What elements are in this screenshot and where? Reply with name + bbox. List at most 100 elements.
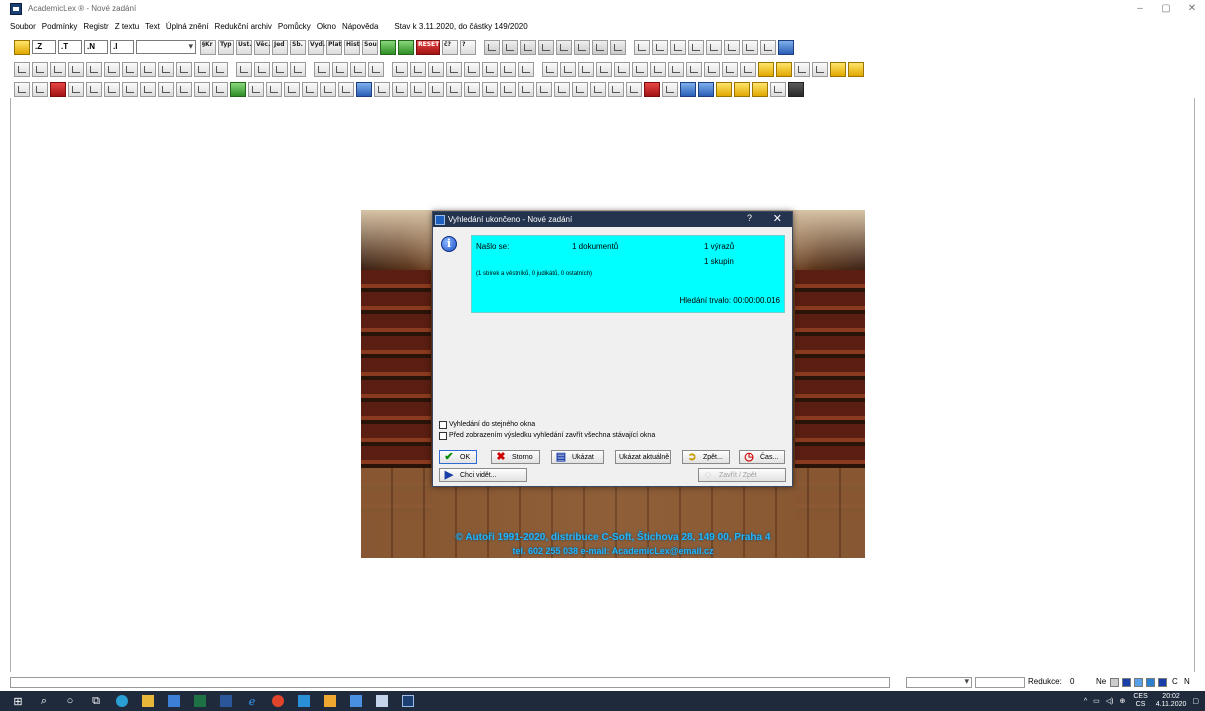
menu-soubor[interactable]: Soubor xyxy=(10,22,36,31)
tool-vyd-button[interactable]: Vyd. xyxy=(308,39,325,55)
block-save-icon[interactable] xyxy=(290,61,306,77)
tool-plat-button[interactable]: Plat xyxy=(326,39,342,55)
import-icon[interactable] xyxy=(104,81,120,97)
align-right-icon[interactable] xyxy=(608,81,624,97)
list-icon[interactable] xyxy=(538,39,554,55)
exit-icon[interactable] xyxy=(788,81,804,97)
cut-icon[interactable] xyxy=(556,39,572,55)
star-icon[interactable] xyxy=(740,61,756,77)
archive-icon[interactable] xyxy=(194,81,210,97)
annotations-icon[interactable] xyxy=(742,39,758,55)
nav-last-icon[interactable] xyxy=(212,61,228,77)
outlook-icon[interactable] xyxy=(322,694,338,708)
window-tile-icon[interactable] xyxy=(314,61,330,77)
tool-doc-icon[interactable] xyxy=(794,61,810,77)
hist-icon[interactable] xyxy=(392,61,408,77)
cortana-icon[interactable]: ○ xyxy=(62,694,78,708)
bold-icon[interactable] xyxy=(500,81,516,97)
related-icon[interactable] xyxy=(706,39,722,55)
task-view-icon[interactable]: ⧉ xyxy=(88,694,104,708)
menu-redukcni-archiv[interactable]: Redukční archiv xyxy=(215,22,272,31)
nav-up-icon[interactable] xyxy=(86,61,102,77)
format-icon[interactable] xyxy=(374,81,390,97)
tree-3-icon[interactable] xyxy=(338,81,354,97)
menu-z-textu[interactable]: Z textu xyxy=(115,22,139,31)
window-blue-2-icon[interactable] xyxy=(698,81,714,97)
links-icon[interactable] xyxy=(760,39,776,55)
menu-pomucky[interactable]: Pomůcky xyxy=(278,22,311,31)
sez-2-icon[interactable] xyxy=(500,61,516,77)
attach-icon[interactable] xyxy=(662,81,678,97)
back-button[interactable]: ➲ Zpět... xyxy=(682,450,730,464)
tool-user-icon[interactable] xyxy=(830,61,846,77)
person-icon[interactable] xyxy=(14,39,30,55)
nav-down-3-icon[interactable] xyxy=(50,61,66,77)
block-print-icon[interactable] xyxy=(272,61,288,77)
tool-vec-button[interactable]: Věc. xyxy=(254,39,270,55)
changes-icon[interactable] xyxy=(724,39,740,55)
show-button[interactable]: ▤ Ukázat xyxy=(551,450,604,464)
open-icon[interactable] xyxy=(14,81,30,97)
tool-kr-button[interactable]: §Kr xyxy=(200,39,216,55)
network-icon[interactable]: ▭ xyxy=(1093,697,1100,705)
columns-icon[interactable] xyxy=(520,39,536,55)
undo-icon[interactable] xyxy=(428,81,444,97)
case-icon[interactable] xyxy=(482,81,498,97)
menu-podminky[interactable]: Podmínky xyxy=(42,22,78,31)
search-icon[interactable]: ⌕ xyxy=(36,694,52,708)
tool-yellow-icon[interactable] xyxy=(758,61,774,77)
sez-odk-icon[interactable] xyxy=(578,61,594,77)
doc-green-icon[interactable] xyxy=(230,81,246,97)
cancel-button[interactable]: ✖ Storno xyxy=(491,450,540,464)
block-copy-icon[interactable] xyxy=(254,61,270,77)
paragraph-icon[interactable] xyxy=(502,39,518,55)
find-icon[interactable] xyxy=(464,81,480,97)
doc-link-icon[interactable] xyxy=(248,81,264,97)
wand-2-icon[interactable] xyxy=(734,81,750,97)
close-button[interactable]: ✕ xyxy=(1179,0,1205,17)
tool-ust-button[interactable]: Ust. xyxy=(236,39,252,55)
window-arrange-icon[interactable] xyxy=(368,61,384,77)
paste-icon[interactable] xyxy=(592,39,608,55)
status-select[interactable] xyxy=(906,676,972,688)
panel-icon[interactable] xyxy=(704,61,720,77)
pen-app-icon[interactable] xyxy=(348,694,364,708)
close-doc-icon[interactable] xyxy=(770,81,786,97)
show-current-button[interactable]: Ukázat aktuálně xyxy=(615,450,671,464)
view-icon[interactable] xyxy=(610,39,626,55)
align-left-icon[interactable] xyxy=(572,81,588,97)
status-list-icon[interactable] xyxy=(1122,678,1131,687)
nav-up-3-icon[interactable] xyxy=(122,61,138,77)
compare-c-icon[interactable] xyxy=(464,61,480,77)
odk-3-icon[interactable] xyxy=(614,61,630,77)
nav-next-icon[interactable] xyxy=(194,61,210,77)
status-mini-icon[interactable] xyxy=(1110,678,1119,687)
field-n[interactable]: .N xyxy=(84,40,108,54)
list-blue-icon[interactable] xyxy=(356,81,372,97)
same-window-checkbox[interactable] xyxy=(439,420,447,429)
akt-icon[interactable] xyxy=(410,61,426,77)
mail-app-icon[interactable] xyxy=(296,694,312,708)
search-refine-icon[interactable] xyxy=(398,39,414,55)
status-window-icon[interactable] xyxy=(1158,678,1167,687)
menu-registr[interactable]: Registr xyxy=(83,22,108,31)
close-windows-option[interactable]: Před zobrazením výsledku vyhledání zavří… xyxy=(439,430,655,441)
search-doc-icon[interactable] xyxy=(32,81,48,97)
nav-up-4-icon[interactable] xyxy=(140,61,156,77)
block-icon[interactable] xyxy=(236,61,252,77)
tool-sb-button[interactable]: Sb. xyxy=(290,39,306,55)
status-grid-icon[interactable] xyxy=(1134,678,1143,687)
help-icon[interactable]: ? xyxy=(460,39,476,55)
clock[interactable]: 20:02 4.11.2020 xyxy=(1156,693,1187,709)
query-help-button[interactable]: č? xyxy=(442,39,458,55)
compare-a-icon[interactable] xyxy=(428,61,444,77)
archive-2-icon[interactable] xyxy=(212,81,228,97)
search-go-icon[interactable] xyxy=(380,39,396,55)
nav-first-icon[interactable] xyxy=(158,61,174,77)
store-icon[interactable] xyxy=(166,694,182,708)
underline-icon[interactable] xyxy=(536,81,552,97)
bookmark-icon[interactable] xyxy=(140,81,156,97)
sort-icon[interactable] xyxy=(266,81,282,97)
mail-icon[interactable] xyxy=(122,81,138,97)
time-button[interactable]: ◷ Čas... xyxy=(739,450,785,464)
